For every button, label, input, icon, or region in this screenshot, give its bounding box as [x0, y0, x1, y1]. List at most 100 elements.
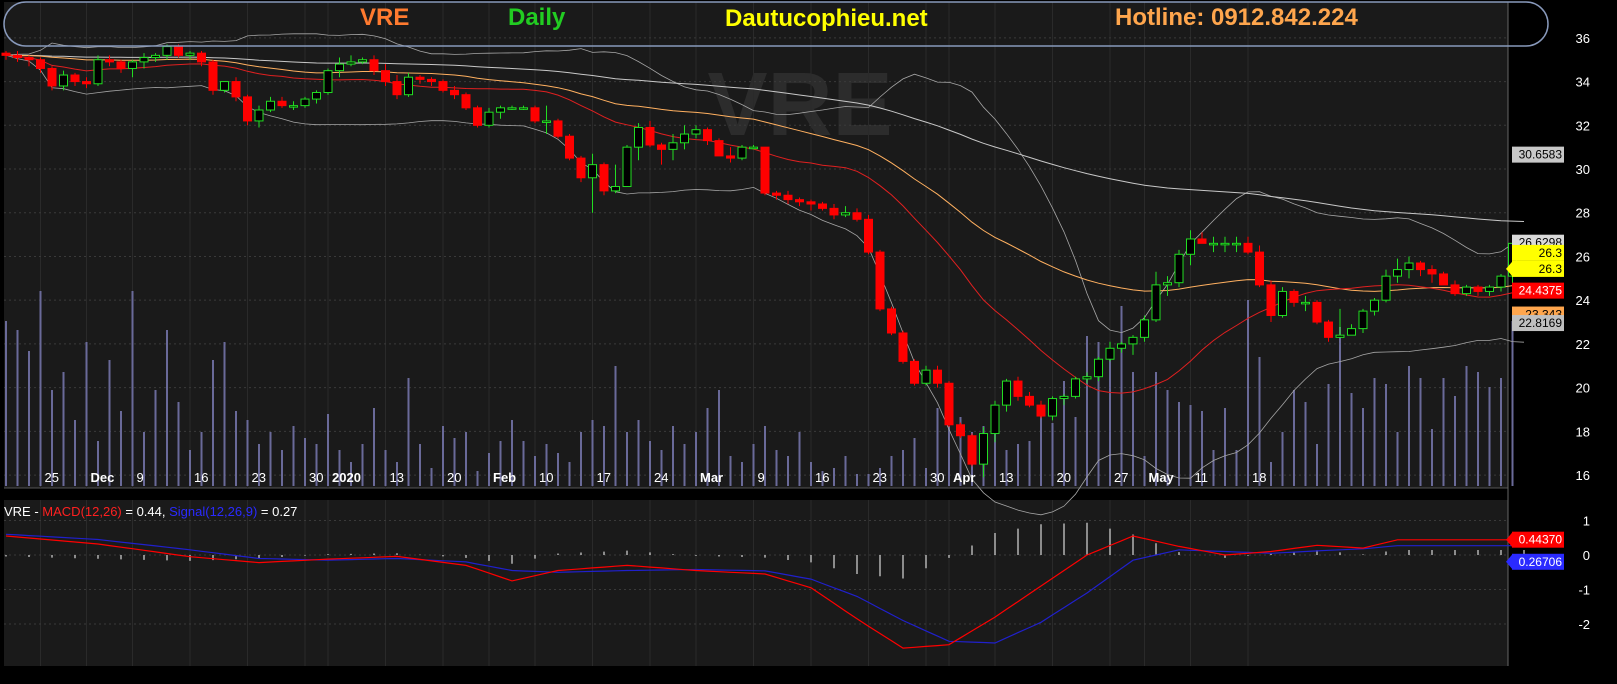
candle-body	[714, 140, 724, 157]
legend-prefix: VRE -	[4, 504, 42, 519]
candle-body	[312, 92, 321, 100]
candle-body	[519, 107, 528, 110]
candle-body	[737, 146, 747, 159]
candle-body	[1197, 238, 1207, 244]
candle-body	[1301, 301, 1310, 305]
candle-body	[990, 404, 1000, 435]
candle-body	[1381, 275, 1391, 301]
candle-body	[703, 129, 712, 142]
candle-body	[1, 52, 11, 56]
candle-body	[162, 46, 172, 56]
candle-body	[1117, 343, 1126, 349]
hotline: Hotline: 0912.842.224	[1115, 4, 1358, 31]
date-tick-label: 16	[815, 470, 829, 485]
candle-body	[415, 76, 425, 80]
candle-body	[323, 70, 333, 94]
candle-body	[93, 59, 103, 85]
tag-macd: 0.44370	[1506, 531, 1564, 548]
candle-body	[496, 107, 505, 113]
candle-body	[1335, 334, 1345, 338]
candle-body	[1128, 336, 1138, 345]
macd-tick-label: -2	[1578, 617, 1590, 632]
candle-body	[818, 203, 827, 209]
candle-body	[783, 194, 793, 201]
candle-body	[852, 212, 862, 220]
tag-ma-long: 30.6583	[1512, 146, 1564, 163]
date-tick-label: Dec	[91, 470, 115, 485]
date-tick-label: 23	[873, 470, 887, 485]
tag-macd-text: 0.44370	[1519, 533, 1563, 547]
candle-body	[921, 369, 931, 384]
candle-body	[611, 186, 620, 192]
candle-body	[185, 52, 195, 56]
candle-body	[24, 57, 34, 61]
watermark: VRE	[707, 55, 892, 155]
date-tick-label: 17	[597, 470, 611, 485]
symbol-title: VRE	[360, 4, 409, 31]
candle-body	[300, 98, 310, 107]
legend-macd: MACD(12,26)	[42, 504, 121, 519]
legend-macd-value: = 0.44,	[122, 504, 169, 519]
candle-body	[346, 61, 356, 65]
date-tick-label: 13	[999, 470, 1013, 485]
tag-signal: 0.26706	[1506, 553, 1564, 570]
candle-body	[369, 59, 379, 72]
chart-canvas: VRE 16 18 20 22 24 26 28 30 32 34 36 25 Dec 9 16 23 30 2…	[0, 0, 1617, 684]
candle-body	[1163, 282, 1172, 286]
candle-body	[1025, 395, 1034, 406]
date-tick-label: 13	[390, 470, 404, 485]
candle-body	[1496, 275, 1506, 288]
candle-body	[1370, 299, 1379, 312]
candle-body	[1209, 242, 1218, 246]
candle-body	[151, 54, 160, 59]
candle-body	[530, 107, 540, 122]
legend-signal: Signal(12,26,9)	[169, 504, 257, 519]
tag-close-pointer-text: 26.3	[1539, 262, 1563, 276]
candle-body	[139, 57, 149, 63]
candle-body	[461, 94, 471, 109]
candle-body	[829, 207, 839, 216]
candle-body	[634, 126, 643, 148]
candle-body	[622, 146, 632, 188]
price-tick-label: 24	[1576, 293, 1590, 308]
candle-body	[887, 308, 896, 334]
candle-body	[1243, 242, 1253, 253]
candle-body	[507, 107, 517, 110]
date-tick-label: 20	[447, 470, 461, 485]
tag-bollinger-lower: 22.8169	[1512, 315, 1564, 332]
candle-body	[335, 63, 344, 72]
site-title: Dautucophieu.net	[725, 5, 928, 32]
candle-body	[1358, 310, 1368, 330]
candle-body	[13, 54, 22, 59]
candle-body	[105, 59, 114, 63]
candle-body	[749, 146, 758, 150]
date-tick-label: 23	[252, 470, 266, 485]
candle-body	[392, 81, 402, 96]
price-tick-label: 22	[1576, 337, 1590, 352]
candle-body	[1462, 286, 1471, 295]
candle-body	[47, 67, 57, 87]
candle-body	[277, 100, 287, 107]
candle-body	[254, 109, 264, 122]
candle-body	[1427, 269, 1437, 275]
tag-ma-long-text: 30.6583	[1519, 148, 1563, 162]
date-tick-label: 16	[194, 470, 208, 485]
candle-body	[1255, 251, 1264, 286]
candle-body	[1174, 253, 1184, 284]
tag-signal-text: 0.26706	[1519, 555, 1563, 569]
price-tick-label: 34	[1576, 75, 1590, 90]
candle-body	[208, 61, 218, 91]
candle-body	[1082, 376, 1092, 380]
candle-body	[898, 332, 908, 362]
candle-body	[933, 369, 942, 384]
candle-body	[944, 382, 954, 426]
candle-body	[875, 251, 885, 310]
price-tick-label: 20	[1576, 381, 1590, 396]
candle-body	[484, 111, 494, 126]
candle-body	[1473, 286, 1483, 292]
candle-body	[427, 78, 436, 83]
date-tick-label: 27	[1114, 470, 1128, 485]
candle-body	[1186, 238, 1195, 255]
candle-body	[760, 146, 770, 194]
date-tick-label: 2020	[332, 470, 361, 485]
